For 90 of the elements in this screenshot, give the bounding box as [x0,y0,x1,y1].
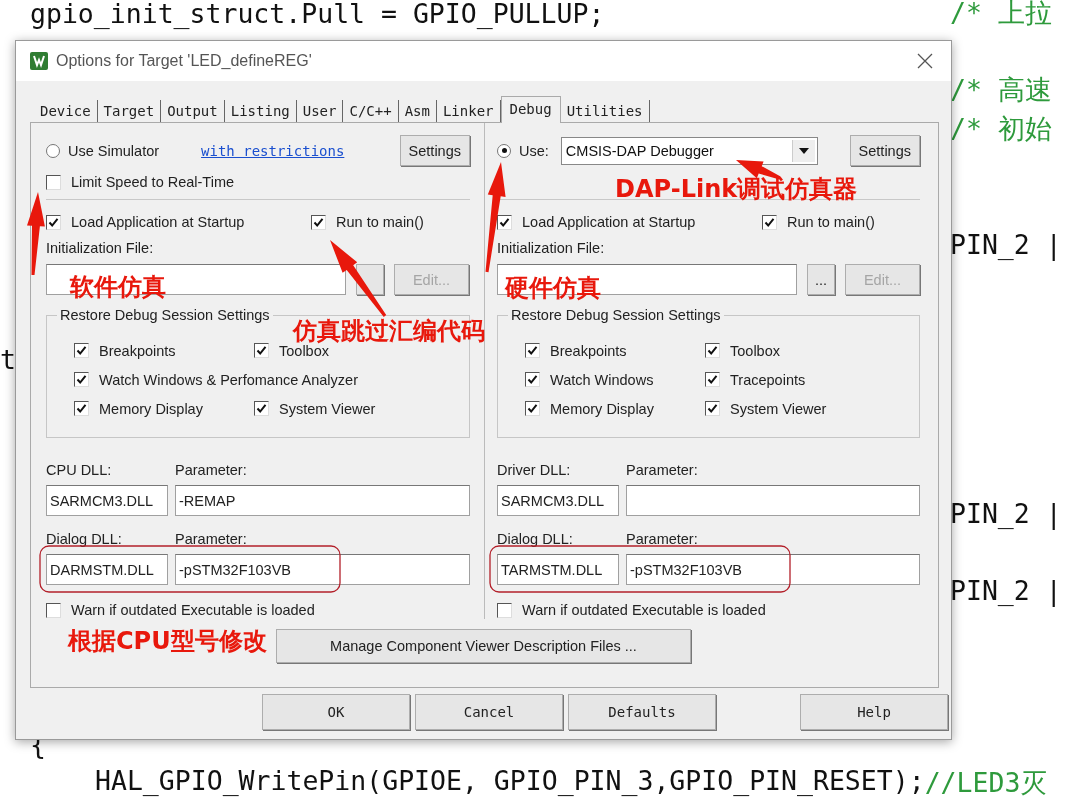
tab[interactable]: Debug [500,96,561,123]
code-line: PIN_2 | [950,575,1062,607]
dll-field[interactable]: SARMCM3.DLL [46,485,168,516]
checkbox[interactable] [74,343,89,358]
dialog-button[interactable]: Defaults [568,694,716,730]
annotation-text: 软件仿真 [70,274,166,301]
checkbox[interactable] [705,343,720,358]
checkbox[interactable] [762,214,777,230]
radio-label: Use: [519,142,549,159]
checkbox[interactable] [74,372,89,387]
checkbox[interactable] [254,343,269,358]
debugger-dropdown[interactable]: CMSIS-DAP Debugger [560,136,818,165]
field-label: Dialog DLL: [497,531,574,547]
browse-button[interactable]: ... [807,264,835,295]
checkbox-label: Breakpoints [99,342,176,359]
checkbox-label: Toolbox [279,342,329,359]
checkbox[interactable] [46,174,61,190]
group-legend: Restore Debug Session Settings [508,307,724,323]
app-icon [30,52,48,70]
caret-icon [798,147,809,154]
checkbox-label: Load Application at Startup [71,214,245,230]
code-comment: /* 上拉 [950,0,1052,31]
radio-button[interactable] [46,143,60,158]
code-comment: /* 初始 [950,111,1052,146]
field-label: Dialog DLL: [46,531,123,547]
checkbox-label: Limit Speed to Real-Time [71,174,235,190]
checkbox[interactable] [525,401,540,416]
code-line: PIN_2 | [950,228,1062,260]
dll-field[interactable]: SARMCM3.DLL [497,485,619,516]
annotation-text: 仿真跳过汇编代码 [293,318,485,345]
checkbox[interactable] [525,372,540,387]
checkbox[interactable] [254,401,269,416]
checkbox-label: Toolbox [730,342,780,359]
restrictions-link[interactable]: with restrictions [201,142,345,159]
field-label: CPU DLL: [46,462,113,478]
dialog-button[interactable]: Cancel [415,694,563,730]
checkbox-label: Run to main() [787,214,875,230]
settings-button[interactable]: Settings [849,135,920,166]
checkbox[interactable] [705,372,720,387]
annotation-text: DAP-Link调试仿真器 [615,176,858,203]
code-line: HAL_GPIO_WritePin(GPIOE, GPIO_PIN_3,GPIO_PIN_RESET); [95,765,925,799]
checkbox[interactable] [74,401,89,416]
checkbox[interactable] [497,214,512,230]
checkbox-label: System Viewer [279,400,376,417]
checkbox[interactable] [497,602,512,618]
checkbox-label: Watch Windows [550,371,654,388]
checkbox-label: System Viewer [730,400,827,417]
annotation-text: 根据CPU型号修改 [68,628,267,655]
code-comment: /* 高速 [950,73,1052,108]
checkbox-label: Watch Windows & Perfomance Analyzer [99,371,358,388]
field-label: Parameter: [626,531,698,547]
group-legend: Restore Debug Session Settings [57,307,273,323]
dialog-button[interactable]: OK [262,694,410,730]
settings-button[interactable]: Settings [399,135,470,166]
field-label: Parameter: [626,462,698,478]
code-line: PIN_2 | [950,498,1062,530]
code-line: gpio_init_struct.Pull = GPIO_PULLUP; [30,0,605,29]
window-title: Options for Target 'LED_defineREG' [56,52,313,70]
checkbox[interactable] [705,401,720,416]
radio-label: Use Simulator [68,142,160,159]
parameter-field[interactable] [626,485,920,516]
annotation-text: 硬件仿真 [505,275,601,302]
checkbox-label: Memory Display [550,400,654,417]
checkbox-label: Load Application at Startup [522,214,696,230]
checkbox[interactable] [525,343,540,358]
checkbox-label: Memory Display [99,400,203,417]
field-label: Initialization File: [497,240,606,256]
parameter-field[interactable]: -REMAP [175,485,470,516]
field-label: Initialization File: [46,240,155,256]
checkbox-label: Warn if outdated Executable is loaded [71,602,315,618]
checkbox[interactable] [46,214,61,230]
dll-field[interactable]: TARMSTM.DLL [497,554,619,585]
manage-button[interactable]: Manage Component Viewer Description Files ... [276,629,691,663]
checkbox-label: Run to main() [336,214,424,230]
radio-button[interactable] [497,143,511,158]
close-icon[interactable] [917,53,933,69]
parameter-field[interactable]: -pSTM32F103VB [626,554,920,585]
code-comment: //LED3灭 [924,766,1048,801]
checkbox-label: Warn if outdated Executable is loaded [522,602,766,618]
checkbox-label: Tracepoints [730,371,806,388]
field-label: Driver DLL: [497,462,572,478]
field-label: Parameter: [175,462,247,478]
parameter-field[interactable]: -pSTM32F103VB [175,554,470,585]
dialog-button[interactable]: Help [800,694,948,730]
code-line: t [0,344,16,376]
dll-field[interactable]: DARMSTM.DLL [46,554,168,585]
checkbox[interactable] [311,214,326,230]
checkbox-label: Breakpoints [550,342,627,359]
checkbox[interactable] [46,602,61,618]
field-label: Parameter: [175,531,247,547]
